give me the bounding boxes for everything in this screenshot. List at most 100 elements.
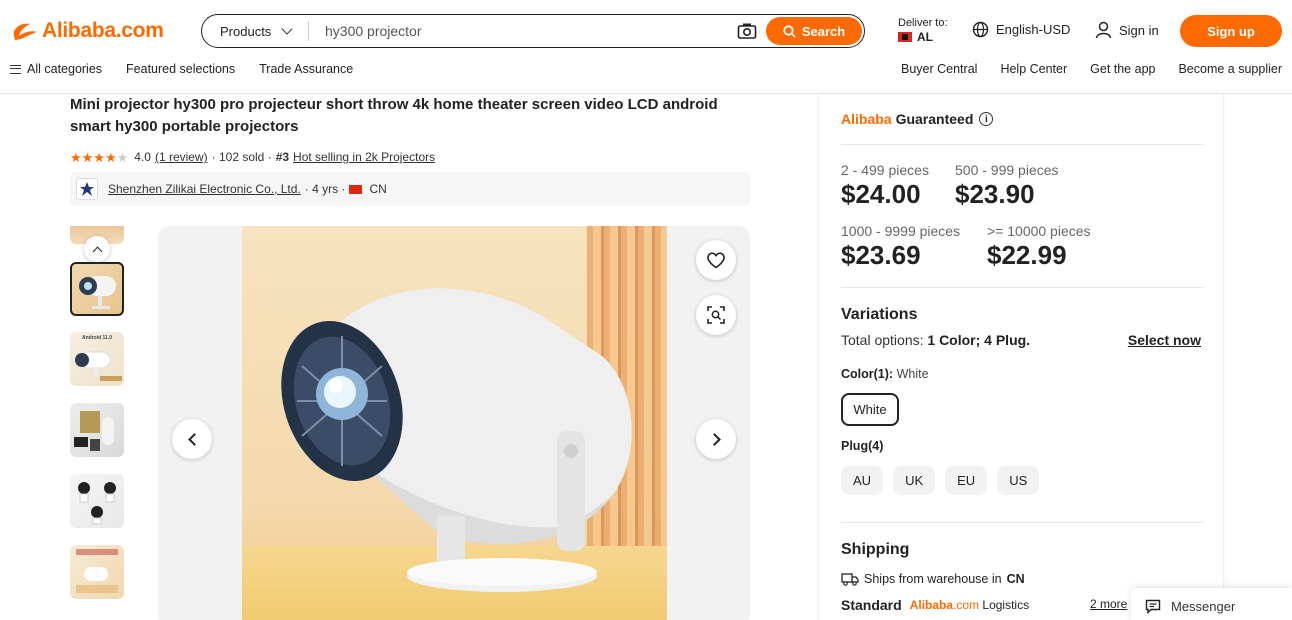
thumbnail-image [75, 351, 122, 381]
favorite-button[interactable] [696, 240, 736, 280]
rating-value: 4.0 [134, 150, 151, 164]
sold-count: · 102 sold · [211, 150, 272, 164]
language-selector[interactable]: English-USD [972, 21, 1070, 38]
search-input[interactable] [309, 16, 709, 46]
supplier-bar: Shenzhen Zilikai Electronic Co., Ltd. · … [70, 172, 750, 206]
plug-option-us[interactable]: US [997, 466, 1040, 495]
thumbnail-2[interactable]: Android 11.0 [70, 332, 124, 386]
tier-price: $24.00 [841, 179, 921, 209]
ships-from: Ships from warehouse in CN [841, 572, 1025, 586]
rank-number: #3 [275, 150, 290, 164]
image-search-button[interactable] [696, 295, 736, 335]
more-shipping-link[interactable]: 2 more [1090, 597, 1127, 611]
sign-up-button[interactable]: Sign up [1180, 15, 1282, 47]
thumbnail-5[interactable] [70, 545, 124, 599]
price-tier: >= 10000 pieces $22.99 [987, 223, 1091, 271]
search-bar: Products Search [201, 14, 865, 48]
deliver-to-label: Deliver to: [898, 17, 948, 29]
divider [841, 144, 1203, 145]
total-options: Total options: 1 Color; 4 Plug. [841, 332, 1030, 348]
messenger-button[interactable]: Messenger [1131, 588, 1292, 620]
menu-icon [10, 64, 21, 74]
ships-from-label: Ships from warehouse in [864, 572, 1002, 586]
supplier-logo-icon [80, 182, 94, 196]
color-label-text: Color(1): [841, 367, 894, 381]
color-option-white[interactable]: White [841, 393, 899, 426]
supplier-country: CN [369, 182, 387, 196]
divider [841, 287, 1203, 288]
product-meta: ★ ★ ★ ★ ★ 4.0 (1 review) · 102 sold · #3… [70, 150, 435, 164]
thumbnail-image [76, 549, 118, 593]
sign-in-label: Sign in [1119, 22, 1159, 38]
image-search-icon [707, 306, 725, 324]
shipping-title: Shipping [841, 541, 910, 558]
alibaba-guaranteed: Alibaba Guaranteed i [841, 111, 994, 127]
plug-option-eu[interactable]: EU [945, 466, 988, 495]
thumbnail-1[interactable] [70, 262, 124, 316]
thumbnail-image [74, 411, 114, 451]
standard-label: Standard [841, 597, 902, 613]
thumbnail-4[interactable] [70, 474, 124, 528]
tier-price: $23.90 [955, 179, 1035, 209]
logistics-brand: Alibaba [909, 598, 954, 612]
thumbnail-image [78, 482, 116, 525]
tier-price: $22.99 [987, 240, 1067, 270]
all-categories-link[interactable]: All categories [10, 62, 102, 76]
previous-image-button[interactable] [172, 419, 212, 459]
variations-title: Variations [841, 306, 918, 323]
buyer-central-link[interactable]: Buyer Central [901, 62, 977, 76]
alibaba-logo[interactable]: Alibaba.com [10, 18, 164, 44]
standard-shipping: Standard Alibaba.com Logistics [841, 597, 1029, 613]
divider [841, 522, 1203, 523]
heart-icon [707, 252, 725, 269]
thumbnails-up-button[interactable] [84, 236, 110, 262]
sign-in-link[interactable]: Sign in [1095, 21, 1159, 39]
supplier-logo[interactable] [76, 178, 98, 200]
star-icon: ★ [81, 149, 94, 165]
search-button[interactable]: Search [766, 17, 862, 45]
color-selected-value: White [896, 367, 929, 381]
plug-label-text: Plug(4) [841, 439, 884, 453]
tier-range: 1000 - 9999 pieces [841, 223, 961, 239]
star-empty-icon: ★ [116, 149, 129, 165]
all-categories-label: All categories [27, 62, 103, 76]
rating-stars: ★ ★ ★ ★ ★ [70, 151, 128, 164]
nav-left: All categories Featured selections Trade… [10, 62, 353, 76]
star-icon: ★ [70, 149, 82, 165]
alibaba-logistics: Alibaba.com Logistics [910, 598, 1029, 612]
plug-option-au[interactable]: AU [841, 466, 884, 495]
rank-link[interactable]: Hot selling in 2k Projectors [293, 150, 435, 164]
deliver-to[interactable]: Deliver to: AL [898, 16, 948, 44]
select-now-link[interactable]: Select now [1128, 332, 1201, 348]
get-the-app-link[interactable]: Get the app [1090, 62, 1155, 76]
plug-option-uk[interactable]: UK [893, 466, 936, 495]
site-header: Alibaba.com Products Search Deliver to: … [0, 0, 1292, 94]
globe-icon [972, 21, 989, 38]
product-photo[interactable] [242, 226, 667, 620]
china-flag-icon [349, 184, 363, 194]
search-category-select[interactable]: Products [202, 23, 308, 39]
star-icon: ★ [104, 149, 117, 165]
user-icon [1095, 21, 1112, 39]
help-center-link[interactable]: Help Center [1000, 62, 1067, 76]
ships-from-country: CN [1006, 572, 1025, 586]
nav-right: Buyer Central Help Center Get the app Be… [901, 62, 1282, 76]
trade-assurance-link[interactable]: Trade Assurance [259, 62, 353, 76]
product-title: Mini projector hy300 pro projecteur shor… [70, 96, 718, 135]
next-image-button[interactable] [696, 419, 736, 459]
become-supplier-link[interactable]: Become a supplier [1178, 62, 1282, 76]
reviews-link[interactable]: (1 review) [155, 150, 208, 164]
star-icon: ★ [93, 149, 105, 165]
plug-label: Plug(4) [841, 439, 883, 453]
info-icon[interactable]: i [979, 112, 994, 126]
supplier-name-link[interactable]: Shenzhen Zilikai Electronic Co., Ltd. [108, 182, 301, 196]
messenger-label: Messenger [1171, 598, 1236, 614]
search-icon [783, 24, 796, 38]
chevron-up-icon [92, 246, 102, 256]
search-button-label: Search [801, 23, 846, 39]
thumbnail-3[interactable] [70, 403, 124, 457]
camera-icon[interactable] [737, 22, 757, 40]
color-label: Color(1): White [841, 367, 929, 381]
featured-selections-link[interactable]: Featured selections [126, 62, 235, 76]
purchase-panel: Alibaba Guaranteed i 2 - 499 pieces $24.… [818, 94, 1224, 620]
